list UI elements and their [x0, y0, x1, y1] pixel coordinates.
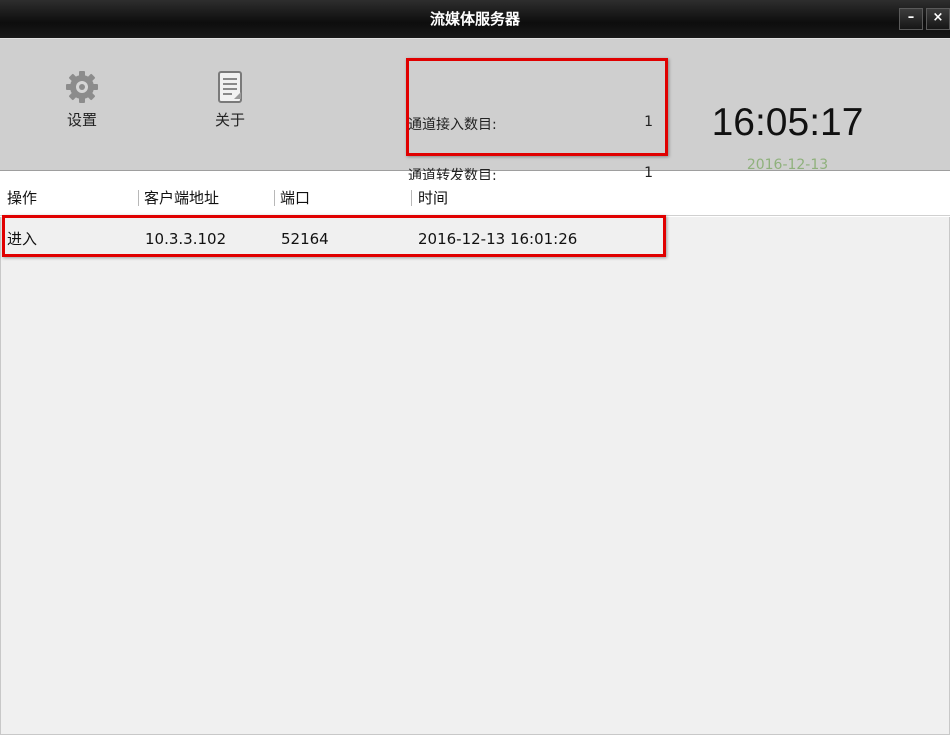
clock-date: 2016-12-13 — [746, 157, 829, 173]
stats-highlight-box — [406, 58, 668, 156]
column-header-time[interactable]: 时间 — [418, 180, 448, 216]
settings-label: 设置 — [66, 111, 97, 129]
column-header-port[interactable]: 端口 — [280, 180, 310, 216]
channel-forward-value: 1 — [644, 165, 653, 181]
column-divider[interactable] — [411, 190, 412, 206]
gear-icon — [66, 71, 98, 103]
column-header-action[interactable]: 操作 — [7, 180, 37, 216]
column-divider[interactable] — [274, 190, 275, 206]
clock-time: 16:05:17 — [711, 101, 864, 144]
table-header: 操作 客户端地址 端口 时间 — [0, 180, 950, 216]
close-button[interactable]: × — [926, 8, 950, 30]
about-button[interactable]: 关于 — [198, 69, 262, 139]
about-label: 关于 — [214, 111, 245, 129]
column-divider[interactable] — [138, 190, 139, 206]
document-icon — [218, 71, 242, 103]
settings-button[interactable]: 设置 — [50, 69, 114, 139]
minimize-button[interactable]: – — [899, 8, 923, 30]
window-title: 流媒体服务器 — [429, 10, 520, 28]
title-bar[interactable]: 流媒体服务器 – × — [0, 0, 950, 38]
connection-table: 进入 10.3.3.102 52164 2016-12-13 16:01:26 — [0, 217, 950, 735]
column-header-address[interactable]: 客户端地址 — [144, 180, 219, 216]
row-highlight-box — [2, 215, 666, 257]
